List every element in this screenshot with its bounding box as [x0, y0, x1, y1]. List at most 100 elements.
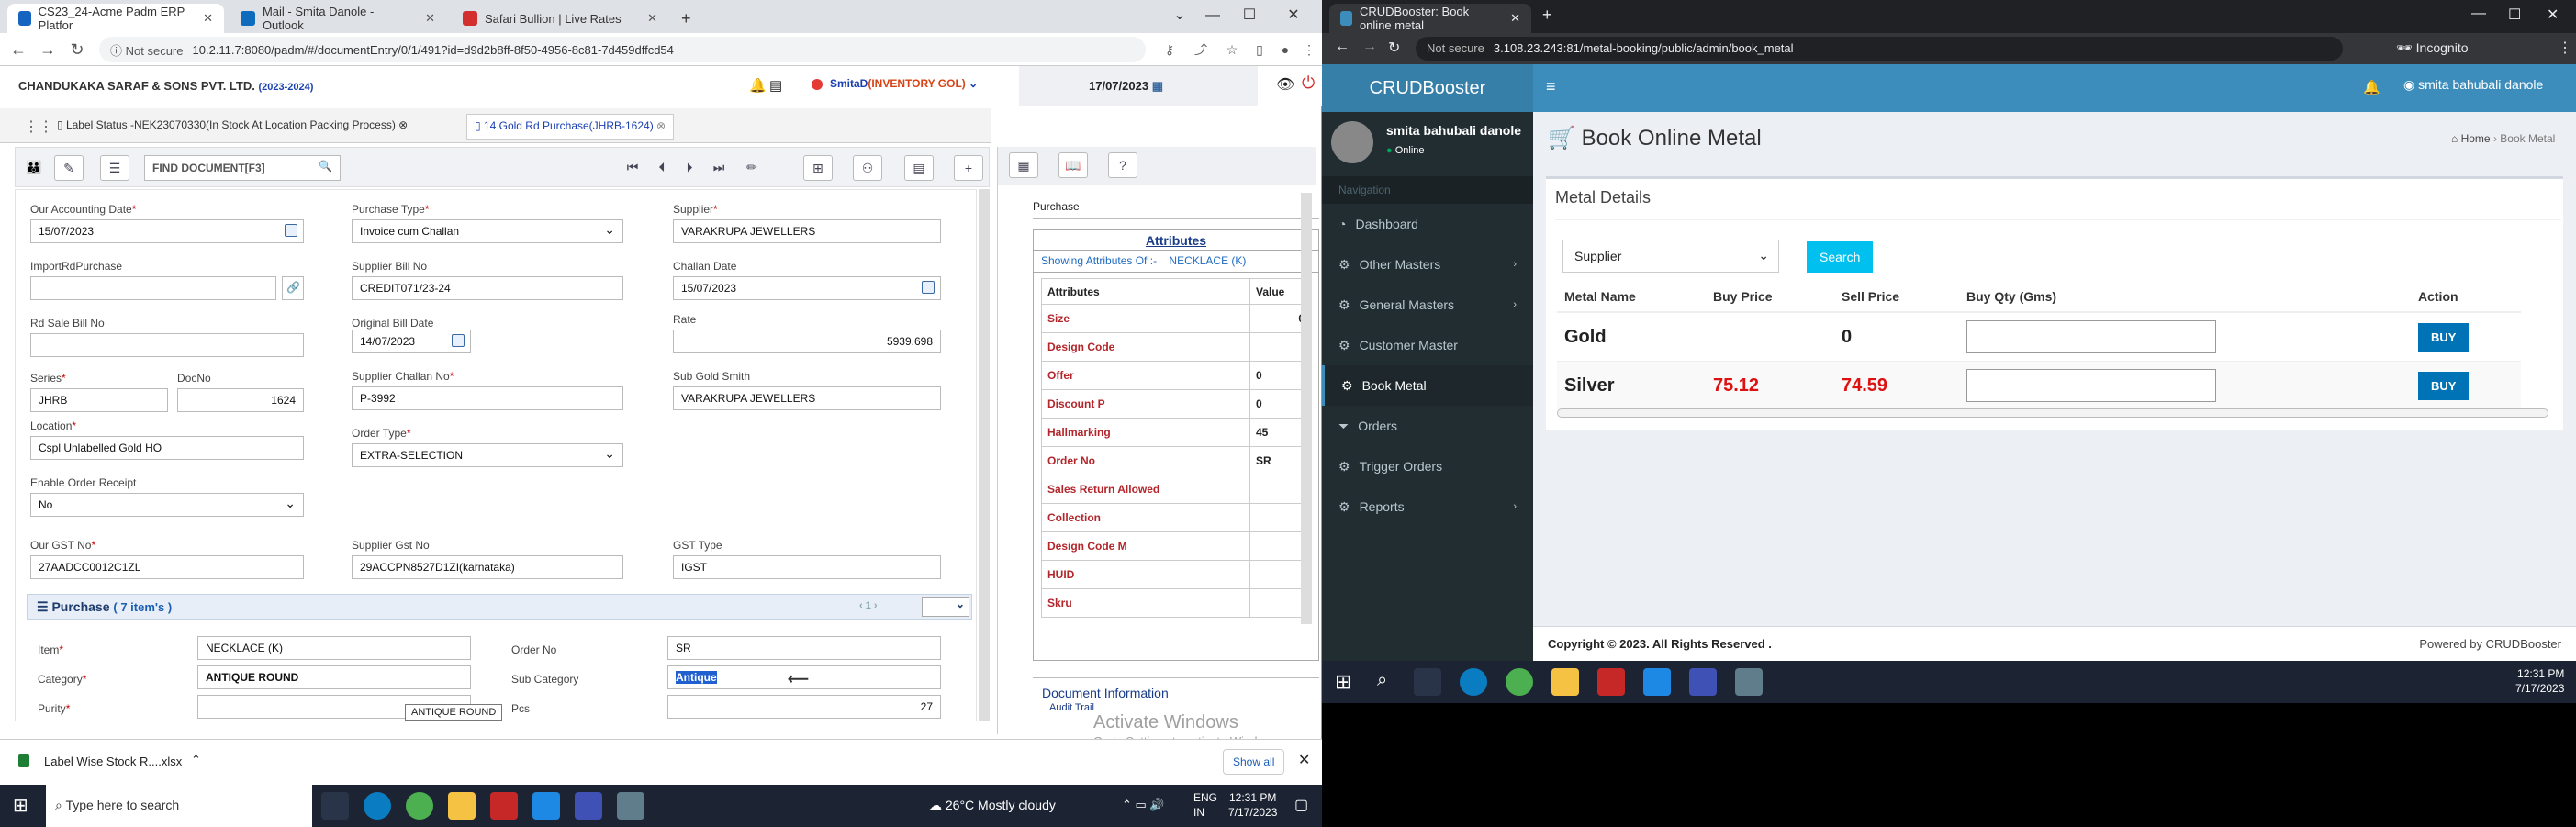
- file-explorer-icon[interactable]: [448, 792, 476, 820]
- page-select[interactable]: ⌄: [922, 597, 969, 617]
- close-window-button[interactable]: ✕: [1280, 4, 1307, 28]
- task-view-icon[interactable]: [321, 792, 349, 820]
- purchase-section-header[interactable]: ☰ Purchase ( 7 item's ) ‹ 1 › ⌄: [27, 594, 972, 620]
- rd-sale-bill-field[interactable]: [30, 333, 304, 357]
- supplier-gst-field[interactable]: 29ACCPN8527D1ZI(karnataka): [352, 555, 623, 579]
- show-all-button[interactable]: Show all: [1223, 749, 1285, 775]
- panel-scrollbar[interactable]: [1301, 193, 1312, 624]
- series-field[interactable]: JHRB: [30, 388, 168, 412]
- key-icon[interactable]: ⚷: [1159, 39, 1181, 61]
- our-gst-field[interactable]: 27AADCC0012C1ZL: [30, 555, 304, 579]
- sidebar-item-general-masters[interactable]: ⚙ General Masters ›: [1322, 285, 1533, 325]
- doc-tab-label-status[interactable]: ▯ Label Status -NEK23070330(In Stock At …: [57, 118, 408, 131]
- date-field[interactable]: 17/07/2023 ▦: [1089, 79, 1163, 94]
- order-type-select[interactable]: EXTRA-SELECTION: [352, 443, 623, 467]
- network-app-icon[interactable]: [617, 792, 644, 820]
- help-icon[interactable]: ?: [1108, 152, 1137, 178]
- reload-icon[interactable]: ↻: [1388, 39, 1400, 57]
- sub-gold-smith-field[interactable]: VARAKRUPA JEWELLERS: [673, 386, 941, 410]
- forward-icon[interactable]: →: [37, 39, 59, 61]
- download-file[interactable]: Label Wise Stock R....xlsx: [44, 754, 182, 768]
- maximize-button[interactable]: ☐: [1236, 4, 1263, 28]
- table-row[interactable]: Design Code: [1041, 332, 1311, 362]
- file-explorer-icon[interactable]: [1551, 668, 1579, 696]
- breadcrumb-home[interactable]: Home: [2461, 132, 2491, 145]
- profile-icon[interactable]: ●: [1274, 39, 1296, 61]
- sidepanel-icon[interactable]: ▯: [1249, 39, 1271, 61]
- calendar-icon[interactable]: [452, 334, 465, 347]
- buy-qty-input[interactable]: [1966, 320, 2216, 353]
- minimize-button[interactable]: —: [1199, 4, 1226, 28]
- last-record-icon[interactable]: ⏭: [704, 155, 734, 181]
- sidebar-item-trigger-orders[interactable]: ⚙ Trigger Orders: [1322, 446, 1533, 486]
- tab-safari-bullion[interactable]: Safari Bullion | Live Rates ✕: [452, 4, 668, 33]
- reload-icon[interactable]: ↻: [66, 39, 88, 61]
- mail-icon[interactable]: [1643, 668, 1671, 696]
- doc-tab-gold-purchase[interactable]: ▯ 14 Gold Rd Purchase(JHRB-1624) ⊗: [466, 114, 675, 140]
- sidebar-item-book-metal[interactable]: ⚙ Book Metal: [1322, 365, 1533, 406]
- user-menu[interactable]: ◉ smita bahubali danole: [2403, 77, 2543, 93]
- table-row[interactable]: Size0: [1041, 304, 1311, 333]
- search-button[interactable]: Search: [1807, 241, 1874, 273]
- tab-erp[interactable]: CS23_24-Acme Padm ERP Platfor ✕: [7, 4, 224, 33]
- table-row[interactable]: Sales Return Allowed: [1041, 475, 1311, 504]
- table-row[interactable]: Design Code M: [1041, 531, 1311, 561]
- back-icon[interactable]: ←: [1335, 39, 1350, 55]
- table-scrollbar[interactable]: [1557, 408, 2548, 418]
- close-icon[interactable]: ✕: [1298, 751, 1310, 769]
- language-indicator[interactable]: ENG IN: [1193, 790, 1217, 820]
- menu-icon[interactable]: ⋮: [1298, 39, 1320, 61]
- store-icon[interactable]: [1689, 668, 1717, 696]
- url-field[interactable]: ⓘ Not secure 10.2.11.7:8080/padm/#/docum…: [99, 37, 1146, 62]
- maximize-button[interactable]: ☐: [2508, 6, 2521, 24]
- new-tab-button[interactable]: +: [674, 4, 701, 33]
- table-row[interactable]: Hallmarking 45: [1041, 418, 1311, 447]
- forward-icon[interactable]: →: [1362, 39, 1377, 55]
- challan-date-field[interactable]: 15/07/2023: [673, 276, 941, 300]
- app-v-icon[interactable]: [1597, 668, 1625, 696]
- pencil-icon[interactable]: ✏: [737, 155, 767, 181]
- users-group-icon[interactable]: ⚇: [853, 155, 882, 181]
- pager-arrows[interactable]: ‹ 1 ›: [859, 600, 878, 611]
- network-app-icon[interactable]: [1735, 668, 1763, 696]
- location-field[interactable]: Cspl Unlabelled Gold HO: [30, 436, 304, 460]
- document-icon[interactable]: ▤: [904, 155, 934, 181]
- table-row[interactable]: Skru: [1041, 588, 1311, 618]
- bell-icon[interactable]: 🔔: [749, 77, 767, 94]
- weather-widget[interactable]: ☁ 26°C Mostly cloudy: [929, 798, 1056, 813]
- calendar-icon[interactable]: [285, 224, 297, 237]
- task-view-icon[interactable]: [1414, 668, 1441, 696]
- form-scrollbar[interactable]: [979, 189, 990, 721]
- tab-crudbooster[interactable]: CRUDBooster: Book online metal ✕: [1329, 4, 1531, 33]
- search-icon[interactable]: 🔍: [319, 160, 332, 173]
- supplier-field[interactable]: VARAKRUPA JEWELLERS: [673, 219, 941, 243]
- store-icon[interactable]: [575, 792, 602, 820]
- sidebar-item-dashboard[interactable]: ◔ Dashboard: [1322, 204, 1533, 244]
- accounting-date-field[interactable]: 15/07/2023: [30, 219, 304, 243]
- users-icon[interactable]: 👪: [19, 155, 49, 181]
- mail-icon[interactable]: [532, 792, 560, 820]
- table-row[interactable]: Discount P0: [1041, 389, 1311, 419]
- power-icon[interactable]: ⏻: [1302, 73, 1315, 93]
- eye-icon[interactable]: 👁: [1276, 75, 1294, 94]
- app-v-icon[interactable]: [490, 792, 518, 820]
- close-icon[interactable]: ⊗: [398, 118, 408, 131]
- url-field[interactable]: Not secure 3.108.23.243:81/metal-booking/…: [1416, 37, 2343, 61]
- orig-bill-date-field[interactable]: 14/07/2023: [352, 330, 471, 353]
- close-icon[interactable]: ✕: [203, 11, 213, 26]
- order-no-field[interactable]: SR: [667, 636, 941, 660]
- star-icon[interactable]: ☆: [1221, 39, 1243, 61]
- table-icon[interactable]: ▦: [1009, 152, 1038, 178]
- supplier-select[interactable]: Supplier ⌄: [1562, 240, 1779, 273]
- calendar-icon[interactable]: [922, 281, 935, 294]
- add-doc-icon[interactable]: ⊞: [803, 155, 833, 181]
- supplier-challan-field[interactable]: P-3992: [352, 386, 623, 410]
- sidebar-toggle-icon[interactable]: ≡: [1546, 77, 1556, 96]
- windows-start-icon[interactable]: ⊞: [13, 796, 33, 816]
- sidebar-item-customer-master[interactable]: ⚙ Customer Master: [1322, 325, 1533, 365]
- book-icon[interactable]: 📖: [1058, 152, 1088, 178]
- table-row[interactable]: Offer 0: [1041, 361, 1311, 390]
- user-menu[interactable]: SmitaD(INVENTORY GOL) ⌄: [830, 77, 978, 90]
- id-card-icon[interactable]: ▤: [769, 77, 782, 94]
- chrome-icon[interactable]: [1506, 668, 1533, 696]
